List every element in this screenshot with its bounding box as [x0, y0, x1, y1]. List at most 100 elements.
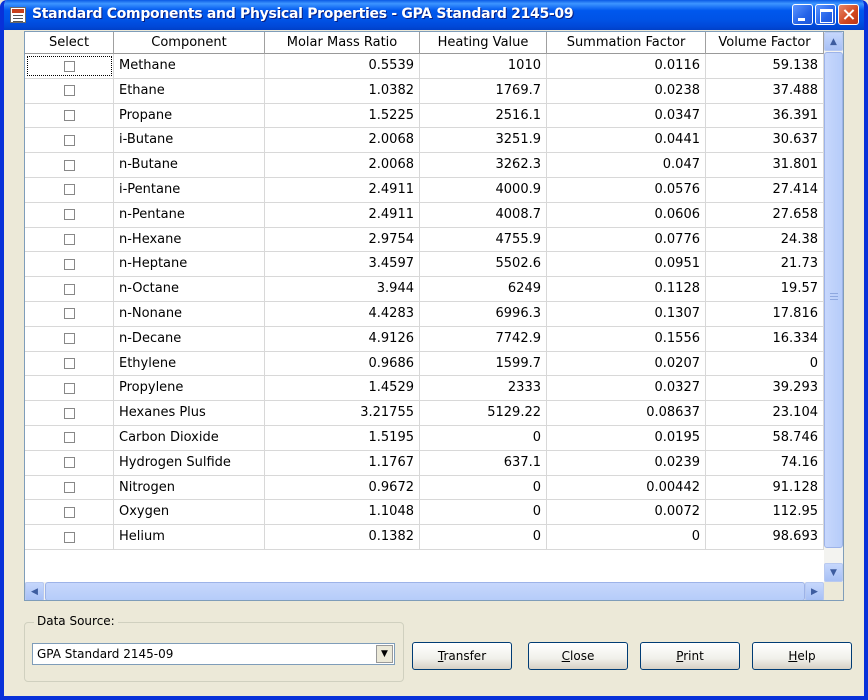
summation-factor-cell[interactable]: 0.1128 [547, 277, 706, 302]
select-checkbox[interactable] [63, 506, 75, 518]
select-checkbox[interactable] [63, 482, 75, 494]
select-checkbox[interactable] [63, 60, 75, 72]
transfer-button[interactable]: Transfer [412, 642, 512, 670]
table-row[interactable]: n-Butane 2.0068 3262.3 0.047 31.801 [25, 153, 824, 178]
table-row[interactable]: Carbon Dioxide 1.5195 0 0.0195 58.746 [25, 425, 824, 451]
select-checkbox[interactable] [63, 209, 75, 221]
component-cell[interactable]: n-Decane [114, 326, 265, 351]
summation-factor-cell[interactable]: 0.0776 [547, 227, 706, 252]
scroll-down-icon[interactable]: ▼ [824, 563, 843, 582]
select-checkbox[interactable] [63, 457, 75, 469]
summation-factor-cell[interactable]: 0.0072 [547, 500, 706, 525]
molar-mass-ratio-cell[interactable]: 1.1767 [265, 450, 420, 475]
table-row[interactable]: n-Hexane 2.9754 4755.9 0.0776 24.38 [25, 227, 824, 253]
summation-factor-cell[interactable]: 0.1556 [547, 326, 706, 351]
summation-factor-cell[interactable]: 0.047 [547, 153, 706, 178]
molar-mass-ratio-cell[interactable]: 1.1048 [265, 500, 420, 525]
volume-factor-cell[interactable]: 58.746 [706, 425, 824, 450]
heating-value-cell[interactable]: 4755.9 [420, 227, 547, 252]
table-row[interactable]: n-Decane 4.9126 7742.9 0.1556 16.334 [25, 326, 824, 352]
volume-factor-cell[interactable]: 23.104 [706, 401, 824, 426]
table-row[interactable]: Helium 0.1382 0 0 98.693 [25, 525, 824, 550]
table-row[interactable]: Ethane 1.0382 1769.7 0.0238 37.488 [25, 78, 824, 104]
molar-mass-ratio-cell[interactable]: 0.9672 [265, 475, 420, 500]
close-button[interactable]: Close [528, 642, 628, 670]
vertical-scroll-thumb[interactable] [824, 52, 843, 548]
select-checkbox[interactable] [63, 159, 75, 171]
summation-factor-cell[interactable]: 0.00442 [547, 475, 706, 500]
heating-value-cell[interactable]: 5502.6 [420, 252, 547, 277]
component-cell[interactable]: Ethane [114, 78, 265, 103]
molar-mass-ratio-cell[interactable]: 0.5539 [265, 54, 420, 78]
summation-factor-cell[interactable]: 0.1307 [547, 301, 706, 326]
molar-mass-ratio-cell[interactable]: 3.944 [265, 277, 420, 302]
component-cell[interactable]: Ethylene [114, 351, 265, 376]
select-checkbox[interactable] [63, 432, 75, 444]
molar-mass-ratio-cell[interactable]: 4.4283 [265, 301, 420, 326]
heating-value-cell[interactable]: 2516.1 [420, 103, 547, 128]
summation-factor-cell[interactable]: 0.0116 [547, 54, 706, 78]
select-checkbox[interactable] [63, 110, 75, 122]
column-header-select[interactable]: Select [25, 32, 114, 54]
molar-mass-ratio-cell[interactable]: 0.1382 [265, 525, 420, 550]
volume-factor-cell[interactable]: 39.293 [706, 376, 824, 401]
table-row[interactable]: i-Pentane 2.4911 4000.9 0.0576 27.414 [25, 177, 824, 203]
heating-value-cell[interactable]: 0 [420, 525, 547, 550]
summation-factor-cell[interactable]: 0.0327 [547, 376, 706, 401]
heating-value-cell[interactable]: 4000.9 [420, 177, 547, 202]
volume-factor-cell[interactable]: 27.414 [706, 177, 824, 202]
molar-mass-ratio-cell[interactable]: 1.0382 [265, 78, 420, 103]
volume-factor-cell[interactable]: 98.693 [706, 525, 824, 550]
select-checkbox[interactable] [63, 283, 75, 295]
molar-mass-ratio-cell[interactable]: 2.4911 [265, 177, 420, 202]
component-cell[interactable]: i-Butane [114, 128, 265, 153]
vertical-scrollbar[interactable]: ▲ ▼ [824, 32, 843, 582]
heating-value-cell[interactable]: 0 [420, 500, 547, 525]
volume-factor-cell[interactable]: 19.57 [706, 277, 824, 302]
volume-factor-cell[interactable]: 30.637 [706, 128, 824, 153]
table-row[interactable]: n-Octane 3.944 6249 0.1128 19.57 [25, 277, 824, 302]
chevron-down-icon[interactable]: ▼ [376, 645, 393, 663]
molar-mass-ratio-cell[interactable]: 1.5195 [265, 425, 420, 450]
summation-factor-cell[interactable]: 0.0195 [547, 425, 706, 450]
component-cell[interactable]: n-Heptane [114, 252, 265, 277]
summation-factor-cell[interactable]: 0.0441 [547, 128, 706, 153]
select-checkbox[interactable] [63, 234, 75, 246]
volume-factor-cell[interactable]: 0 [706, 351, 824, 376]
molar-mass-ratio-cell[interactable]: 3.21755 [265, 401, 420, 426]
table-row[interactable]: Oxygen 1.1048 0 0.0072 112.95 [25, 500, 824, 526]
column-header-heating-value[interactable]: Heating Value [420, 32, 547, 54]
select-checkbox[interactable] [63, 308, 75, 320]
table-row[interactable]: Nitrogen 0.9672 0 0.00442 91.128 [25, 475, 824, 501]
summation-factor-cell[interactable]: 0.0207 [547, 351, 706, 376]
component-cell[interactable]: n-Butane [114, 153, 265, 178]
molar-mass-ratio-cell[interactable]: 1.4529 [265, 376, 420, 401]
component-cell[interactable]: i-Pentane [114, 177, 265, 202]
print-button[interactable]: Print [640, 642, 740, 670]
volume-factor-cell[interactable]: 91.128 [706, 475, 824, 500]
heating-value-cell[interactable]: 0 [420, 425, 547, 450]
help-button[interactable]: Help [752, 642, 852, 670]
component-cell[interactable]: n-Pentane [114, 202, 265, 227]
select-checkbox[interactable] [63, 531, 75, 543]
heating-value-cell[interactable]: 6249 [420, 277, 547, 302]
select-checkbox[interactable] [63, 358, 75, 370]
component-cell[interactable]: n-Hexane [114, 227, 265, 252]
volume-factor-cell[interactable]: 37.488 [706, 78, 824, 103]
table-row[interactable]: Methane 0.5539 1010 0.0116 59.138 [25, 54, 824, 79]
volume-factor-cell[interactable]: 74.16 [706, 450, 824, 475]
component-cell[interactable]: Methane [114, 54, 265, 78]
select-checkbox[interactable] [63, 85, 75, 97]
summation-factor-cell[interactable]: 0.08637 [547, 401, 706, 426]
table-row[interactable]: Hexanes Plus 3.21755 5129.22 0.08637 23.104 [25, 401, 824, 426]
column-header-component[interactable]: Component [114, 32, 265, 54]
component-cell[interactable]: Oxygen [114, 500, 265, 525]
volume-factor-cell[interactable]: 16.334 [706, 326, 824, 351]
molar-mass-ratio-cell[interactable]: 4.9126 [265, 326, 420, 351]
component-cell[interactable]: Nitrogen [114, 475, 265, 500]
component-cell[interactable]: Helium [114, 525, 265, 550]
table-row[interactable]: n-Pentane 2.4911 4008.7 0.0606 27.658 [25, 202, 824, 228]
column-header-summation-factor[interactable]: Summation Factor [547, 32, 706, 54]
volume-factor-cell[interactable]: 27.658 [706, 202, 824, 227]
component-cell[interactable]: Propane [114, 103, 265, 128]
